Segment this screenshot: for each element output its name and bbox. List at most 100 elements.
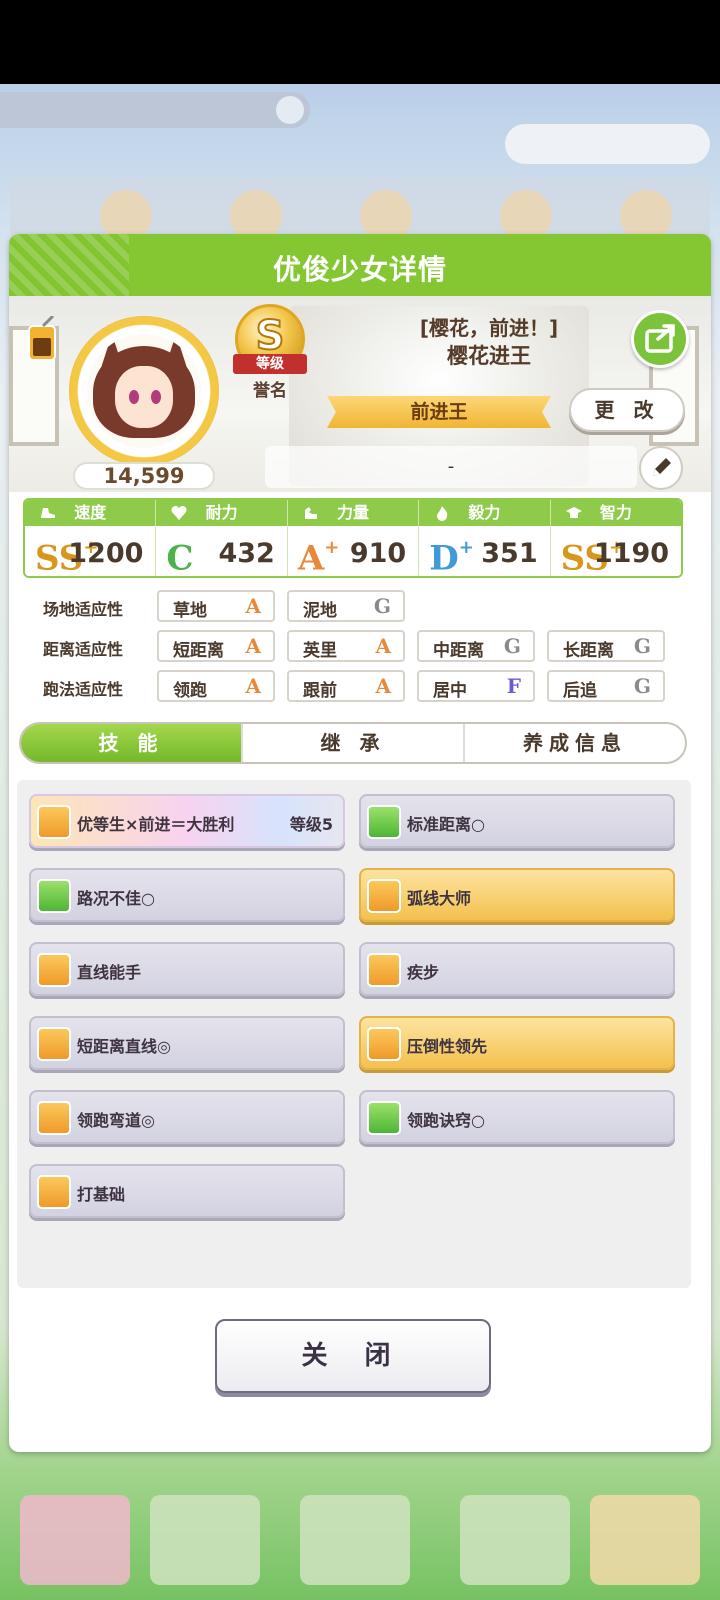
stat-grade: D+ — [429, 532, 474, 578]
skill-name: 打基础 — [77, 1185, 126, 1204]
aptitude-grade: G — [503, 634, 521, 658]
stat-body: SS+ 1190 — [551, 526, 681, 576]
skill-item[interactable]: 短距离直线◎ — [29, 1016, 345, 1070]
umamusume-detail-modal: 优俊少女详情 14,599 S 等级 誉名 [樱花，前进！] 樱花进王 前进王 … — [9, 234, 711, 1452]
style-aptitude-row: 跑法适应性 领跑 A 跟前 A 居中 F 后追 G — [23, 670, 683, 704]
stat-grade-letter: C — [166, 538, 194, 578]
tab-inheritance[interactable]: 继 承 — [243, 724, 465, 762]
aptitude-grade: A — [375, 634, 391, 658]
aptitude-name: 居中 — [433, 681, 467, 701]
stat-header: 智力 — [550, 500, 681, 526]
skill-item[interactable]: 领跑诀窍○ — [359, 1090, 675, 1144]
avatar-eye — [129, 390, 139, 404]
background-nav-item — [460, 1495, 570, 1585]
heart-icon — [171, 505, 187, 520]
running-horse-icon — [367, 879, 401, 913]
background-info-icon — [276, 96, 304, 124]
title-ribbon: 前进王 — [327, 396, 551, 428]
detail-tabs: 技 能 继 承 养成信息 — [19, 722, 687, 764]
running-horse-icon — [37, 1101, 71, 1135]
evaluation-score: 14,599 — [73, 462, 215, 490]
aptitude-grade: G — [633, 634, 651, 658]
stat-header: 力量 — [287, 500, 419, 526]
aptitude-grade: A — [245, 594, 261, 618]
avatar[interactable] — [87, 334, 201, 448]
aptitude-grade: A — [245, 674, 261, 698]
running-horse-icon — [37, 953, 71, 987]
skill-item[interactable]: 直线能手 — [29, 942, 345, 996]
stat-value: 1200 — [68, 538, 144, 569]
share-button[interactable] — [631, 310, 689, 368]
skills-panel: 优等生×前进＝大胜利 等级5 标准距离○ 路况不佳○ 弧线大师 直线能手 疾步 … — [17, 780, 691, 1288]
stat-grade: A+ — [297, 532, 339, 578]
skill-item[interactable]: 标准距离○ — [359, 794, 675, 848]
stat-label: 耐力 — [205, 503, 238, 522]
stat-header: 速度 — [25, 500, 156, 526]
stat-grade-letter: D — [429, 538, 459, 578]
aptitude-name: 草地 — [173, 601, 207, 621]
background-nav-item — [300, 1495, 410, 1585]
stat-body: SS+ 1200 — [25, 526, 155, 576]
aptitude-grade: G — [633, 674, 651, 698]
avatar-eye — [151, 390, 161, 404]
running-horse-icon — [37, 805, 71, 839]
skill-level: 等级5 — [289, 815, 333, 834]
aptitude-cell: 领跑 A — [157, 670, 275, 702]
character-name: 樱花进王 — [447, 344, 531, 368]
running-horse-icon — [37, 1027, 71, 1061]
aptitude-grade: A — [245, 634, 261, 658]
tab-training-info[interactable]: 养成信息 — [465, 724, 685, 762]
aptitude-cell: 后追 G — [547, 670, 665, 702]
change-title-button[interactable]: 更 改 — [569, 388, 685, 432]
background-nav-item — [150, 1495, 260, 1585]
shoe-icon — [41, 508, 55, 518]
distance-aptitude-row: 距离适应性 短距离 A 英里 A 中距离 G 长距离 G — [23, 630, 683, 664]
stat-grade-letter: A — [297, 538, 325, 578]
stat-label: 智力 — [599, 503, 632, 522]
stat-stamina: 耐力 C 432 — [156, 500, 288, 578]
aptitude-grade: A — [375, 674, 391, 698]
skill-item[interactable]: 弧线大师 — [359, 868, 675, 922]
aptitude-name: 后追 — [563, 681, 597, 701]
aptitude-cell: 中距离 G — [417, 630, 535, 662]
stat-header: 毅力 — [419, 500, 550, 526]
stat-guts: 毅力 D+ 351 — [419, 500, 551, 578]
tab-skills[interactable]: 技 能 — [21, 724, 243, 762]
aptitude-cell: 跟前 A — [287, 670, 405, 702]
background-nav-item — [590, 1495, 700, 1585]
skill-icon — [37, 879, 71, 913]
aptitude-name: 跟前 — [303, 681, 337, 701]
running-horse-icon — [367, 1027, 401, 1061]
skill-item[interactable]: 领跑弯道◎ — [29, 1090, 345, 1144]
stat-body: D+ 351 — [419, 526, 549, 578]
aptitude-label: 场地适应性 — [43, 600, 124, 619]
aptitude-cell: 英里 A — [287, 630, 405, 662]
modal-header: 优俊少女详情 — [9, 234, 711, 296]
stat-power: 力量 A+ 910 — [287, 500, 420, 578]
aptitude-label: 跑法适应性 — [43, 680, 124, 699]
skill-item[interactable]: 疾步 — [359, 942, 675, 996]
muscle-icon — [304, 507, 317, 519]
skill-item[interactable]: 优等生×前进＝大胜利 等级5 — [29, 794, 345, 848]
skill-name: 弧线大师 — [407, 889, 472, 908]
stat-label: 力量 — [337, 503, 370, 522]
stat-value: 910 — [349, 538, 407, 569]
skill-name: 优等生×前进＝大胜利 — [77, 815, 235, 834]
aptitude-cell: 居中 F — [417, 670, 535, 702]
aptitude-grade: F — [506, 674, 521, 698]
message-box: - — [265, 446, 637, 488]
skill-name: 领跑弯道◎ — [77, 1111, 155, 1130]
aptitude-cell: 短距离 A — [157, 630, 275, 662]
stat-grade-plus: + — [458, 537, 474, 558]
skill-item[interactable]: 压倒性领先 — [359, 1016, 675, 1070]
background-banner — [0, 92, 310, 128]
stat-wisdom: 智力 SS+ 1190 — [550, 500, 681, 576]
aptitude-name: 短距离 — [173, 641, 224, 661]
close-button[interactable]: 关 闭 — [215, 1319, 491, 1393]
edit-button[interactable] — [639, 446, 683, 490]
avatar-face — [115, 366, 173, 428]
background-nav-item — [20, 1495, 130, 1585]
skill-item[interactable]: 打基础 — [29, 1164, 345, 1218]
rank-letter: S — [255, 312, 286, 360]
skill-item[interactable]: 路况不佳○ — [29, 868, 345, 922]
